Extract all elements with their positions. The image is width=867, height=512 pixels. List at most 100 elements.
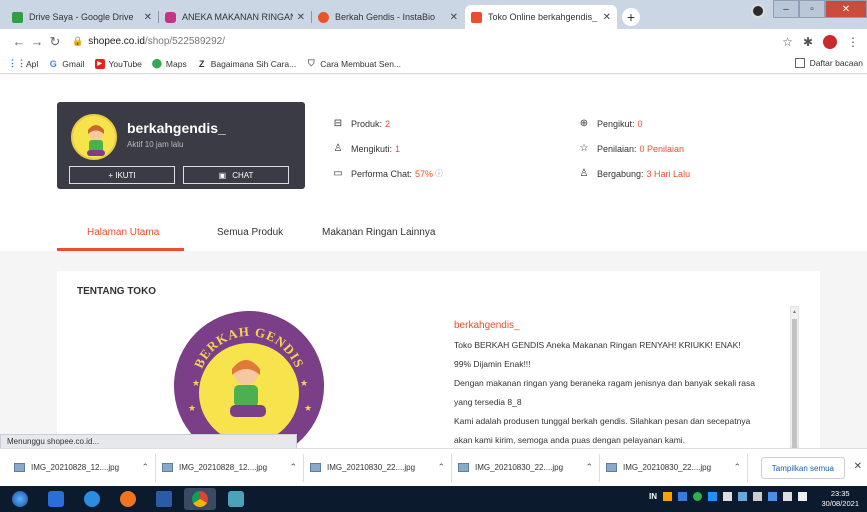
shop-description: berkahgendis_ Toko BERKAH GENDIS Aneka M… xyxy=(454,320,784,450)
description-line: Kami adalah produsen tunggal berkah gend… xyxy=(454,416,751,426)
download-item[interactable]: IMG_20210828_12....jpg ⌃ xyxy=(156,453,304,482)
flag-icon[interactable] xyxy=(783,492,792,501)
tab-semua-produk[interactable]: Semua Produk xyxy=(217,227,283,238)
star-icon[interactable]: ☆ xyxy=(782,35,793,49)
svg-text:★: ★ xyxy=(188,403,196,413)
svg-text:★: ★ xyxy=(304,403,312,413)
bookmark-cara-membuat[interactable]: ⛉ Cara Membuat Sen... xyxy=(306,58,401,69)
close-tab-icon[interactable]: ✕ xyxy=(450,12,458,23)
info-icon[interactable]: ⓘ xyxy=(435,168,443,179)
chat-button[interactable]: ▣ CHAT xyxy=(183,166,289,184)
description-scrollbar[interactable]: ▲ xyxy=(790,306,799,449)
chevron-up-icon[interactable]: ⌃ xyxy=(141,462,149,473)
edge-icon xyxy=(84,491,100,507)
extensions-icon[interactable]: ✱ xyxy=(803,35,813,49)
bag-icon: ⛉ xyxy=(307,58,315,68)
description-shop-name: berkahgendis_ xyxy=(454,320,520,331)
description-line: Toko BERKAH GENDIS Aneka Makanan Ringan … xyxy=(454,340,741,350)
firefox-icon xyxy=(120,491,136,507)
chevron-up-icon[interactable]: ⌃ xyxy=(733,462,741,473)
chevron-up-icon[interactable]: ⌃ xyxy=(585,462,593,473)
start-button[interactable] xyxy=(4,488,36,510)
youtube-icon: ▶ xyxy=(94,58,105,69)
shop-header: berkahgendis_ Aktif 10 jam lalu + IKUTI … xyxy=(0,75,867,251)
bookmark-bagaimana[interactable]: Z Bagaimana Sih Cara... xyxy=(197,58,296,69)
browser-tab-strip: Drive Saya - Google Drive ✕ ANEKA MAKANA… xyxy=(0,0,867,29)
back-arrow-icon[interactable]: ← xyxy=(10,34,28,49)
tray-icon[interactable] xyxy=(663,492,672,501)
bookmark-gmail[interactable]: G Gmail xyxy=(48,58,85,69)
stat-following: ♙ Mengikuti: 1 xyxy=(333,143,401,154)
forward-arrow-icon[interactable]: → xyxy=(28,34,46,49)
store-icon: ⊟ xyxy=(333,118,343,129)
taskbar-app[interactable] xyxy=(40,488,72,510)
bookmark-maps[interactable]: ⬤ Maps xyxy=(151,58,187,69)
tray-icon[interactable] xyxy=(708,492,717,501)
download-item[interactable]: IMG_20210828_12....jpg ⌃ xyxy=(8,453,156,482)
tab-halaman-utama[interactable]: Halaman Utama xyxy=(87,227,159,238)
close-tab-icon[interactable]: ✕ xyxy=(144,12,152,23)
description-line: Dengan makanan ringan yang beraneka raga… xyxy=(454,378,755,388)
download-item[interactable]: IMG_20210830_22....jpg ⌃ xyxy=(304,453,452,482)
volume-icon[interactable] xyxy=(753,492,762,501)
tab-makanan-ringan-lainnya[interactable]: Makanan Ringan Lainnya xyxy=(322,227,435,238)
menu-dots-icon[interactable]: ⋮ xyxy=(847,35,859,49)
z-icon: Z xyxy=(198,58,205,69)
reading-list[interactable]: Daftar bacaan xyxy=(794,58,863,68)
download-bar: IMG_20210828_12....jpg ⌃ IMG_20210828_12.… xyxy=(0,448,867,486)
account-avatar[interactable] xyxy=(823,34,837,49)
tab-title: Toko Online berkahgendis_ | Sho xyxy=(488,12,599,22)
image-file-icon xyxy=(310,463,321,472)
browser-tab-instabio[interactable]: Berkah Gendis - InstaBio ✕ xyxy=(312,5,464,29)
browser-tab-google-drive[interactable]: Drive Saya - Google Drive ✕ xyxy=(6,5,159,29)
chevron-up-icon[interactable]: ⌃ xyxy=(289,462,297,473)
tab-title: Berkah Gendis - InstaBio xyxy=(335,12,436,22)
new-tab-button[interactable]: + xyxy=(622,8,640,26)
windows-taskbar: IN 23:35 30/08/2021 xyxy=(0,486,867,512)
language-indicator[interactable]: IN xyxy=(649,492,657,501)
minimize-button[interactable]: – xyxy=(773,0,799,18)
tray-icon[interactable] xyxy=(693,492,702,501)
profile-icon[interactable] xyxy=(751,4,765,18)
taskbar-app-chrome[interactable] xyxy=(184,488,216,510)
show-all-downloads-button[interactable]: Tampilkan semua xyxy=(760,457,845,479)
chevron-up-icon[interactable]: ⌃ xyxy=(437,462,445,473)
tray-icon[interactable] xyxy=(768,492,777,501)
close-tab-icon[interactable]: ✕ xyxy=(603,12,611,23)
reload-icon[interactable]: ↻ xyxy=(46,34,64,50)
close-download-bar-icon[interactable]: ✕ xyxy=(854,461,862,472)
reading-list-icon xyxy=(794,58,805,68)
tray-icon[interactable] xyxy=(723,492,732,501)
taskbar-app[interactable] xyxy=(76,488,108,510)
stat-chat-performance: ▭ Performa Chat: 57% ⓘ xyxy=(333,168,444,179)
taskbar-app[interactable] xyxy=(112,488,144,510)
taskbar-app[interactable] xyxy=(148,488,180,510)
browser-tab-instagram[interactable]: ANEKA MAKANAN RINGAN (@b ✕ xyxy=(159,5,312,29)
taskbar-app[interactable] xyxy=(220,488,252,510)
download-item[interactable]: IMG_20210830_22....jpg ⌃ xyxy=(600,453,748,482)
url-input[interactable]: 🔒 shopee.co.id/shop/522589292/ xyxy=(72,36,782,47)
shop-avatar[interactable] xyxy=(71,114,117,160)
maximize-button[interactable]: ▫ xyxy=(799,0,825,18)
media-player-icon xyxy=(48,491,64,507)
maps-icon: ⬤ xyxy=(151,58,162,68)
user-icon: ♙ xyxy=(579,168,589,179)
browser-status-bar: Menunggu shopee.co.id... xyxy=(0,434,297,449)
google-icon: G xyxy=(49,58,57,69)
browser-tab-shopee[interactable]: Toko Online berkahgendis_ | Sho ✕ xyxy=(465,5,617,29)
scroll-up-icon[interactable]: ▲ xyxy=(792,309,797,315)
tray-icon[interactable] xyxy=(678,492,687,501)
scrollbar-thumb[interactable] xyxy=(792,319,797,449)
url-host: shopee.co.id xyxy=(88,36,145,47)
signal-icon[interactable] xyxy=(798,492,807,501)
close-tab-icon[interactable]: ✕ xyxy=(297,12,305,23)
close-window-button[interactable]: ✕ xyxy=(825,0,867,18)
bookmark-apps[interactable]: ⋮⋮ Apl xyxy=(8,58,38,69)
tray-icon[interactable] xyxy=(738,492,747,501)
download-item[interactable]: IMG_20210830_22....jpg ⌃ xyxy=(452,453,600,482)
taskbar-clock[interactable]: 23:35 30/08/2021 xyxy=(821,489,859,509)
follow-button[interactable]: + IKUTI xyxy=(69,166,175,184)
bookmark-youtube[interactable]: ▶ YouTube xyxy=(94,58,142,69)
description-line: 99% Dijamin Enak!!! xyxy=(454,359,531,369)
image-file-icon xyxy=(606,463,617,472)
